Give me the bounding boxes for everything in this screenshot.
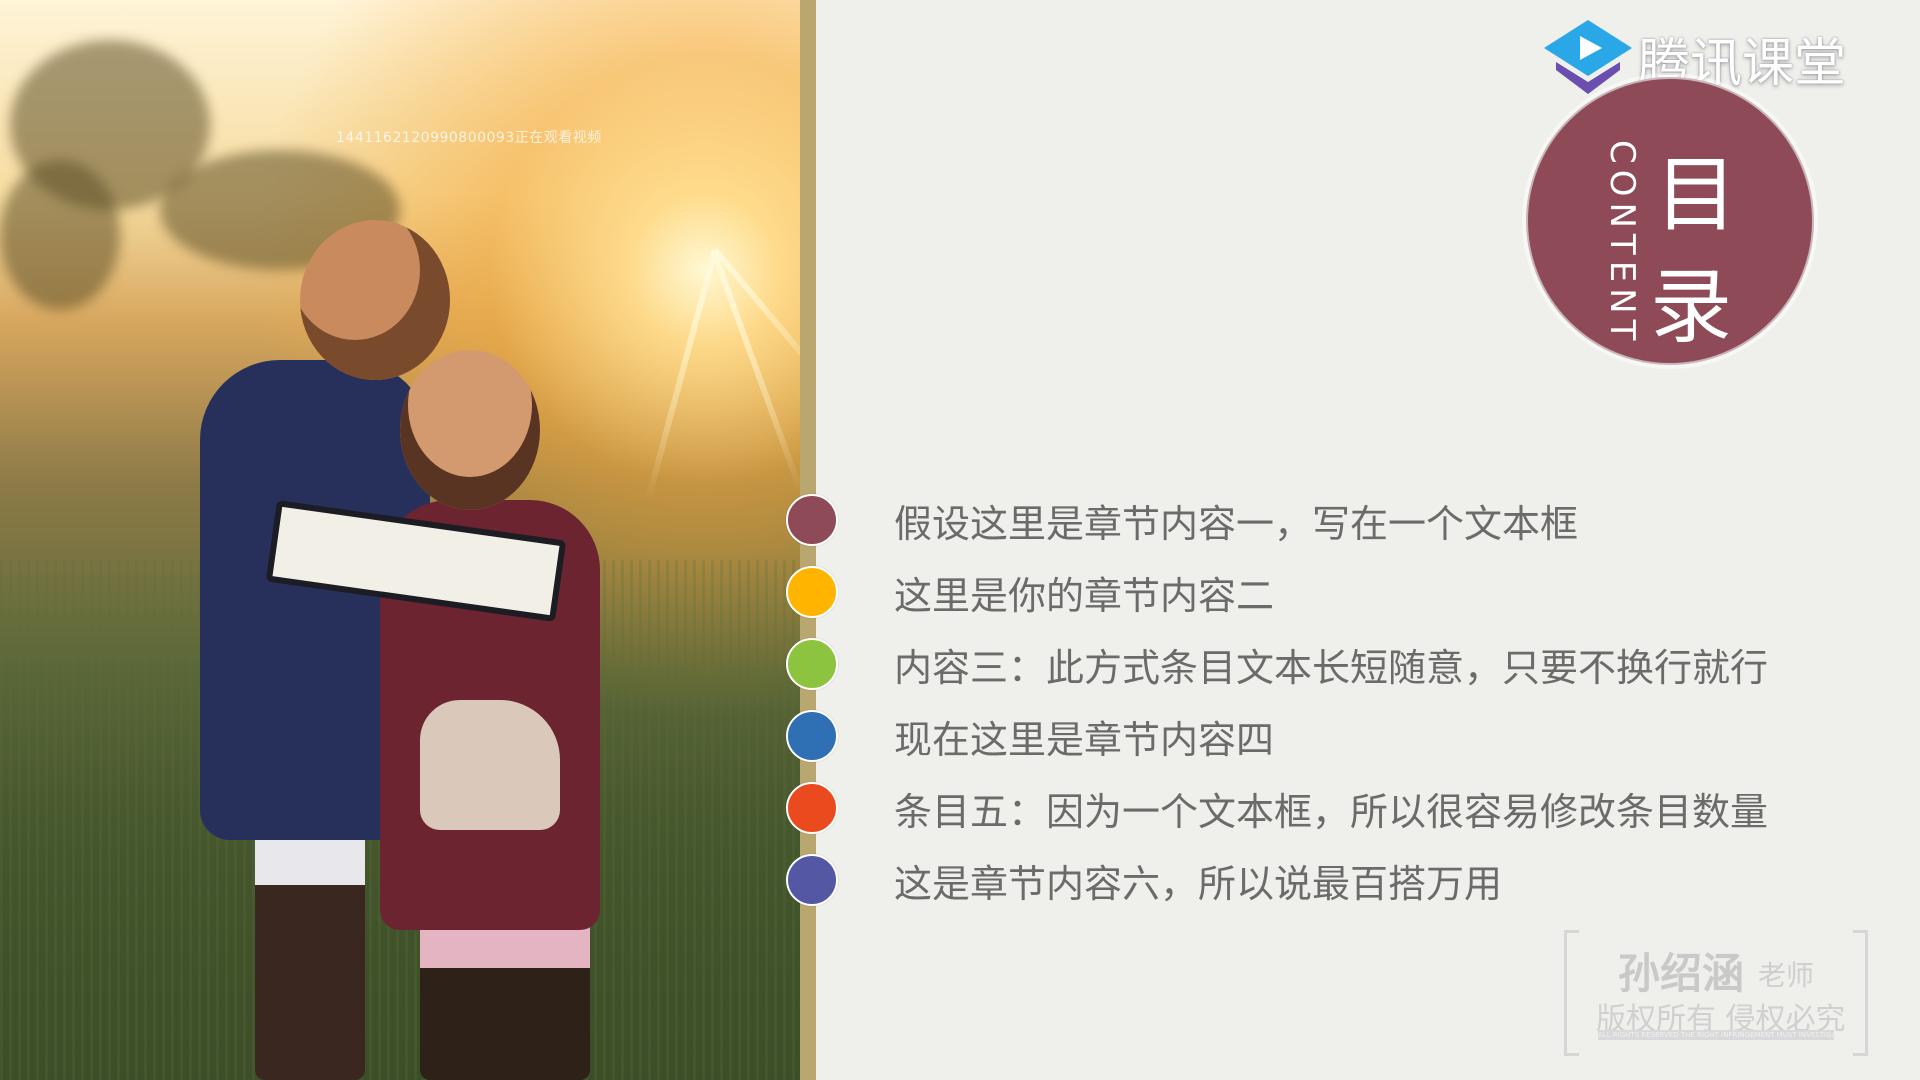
table-of-contents: 假设这里是章节内容一，写在一个文本框 这里是你的章节内容二 内容三：此方式条目文… [786,484,1886,916]
teacher-name: 孙绍涵 [1618,949,1745,998]
toc-item-label: 这是章节内容六，所以说最百搭万用 [894,861,1503,906]
bullet-dot-6 [786,854,838,906]
girl-left-legs [255,820,365,1080]
toc-item-label: 条目五：因为一个文本框，所以很容易修改条目数量 [894,789,1769,834]
bullet-dot-2 [786,566,838,618]
sun-ray [644,249,718,502]
girl-left-head [300,220,450,380]
bullet-dot-3 [786,638,838,690]
content-title-char-2: 录 [1650,260,1733,355]
toc-item-3: 内容三：此方式条目文本长短随意，只要不换行就行 [786,628,1886,700]
sun-ray [710,248,800,496]
stamp-bracket-right [1853,930,1868,1056]
toc-item-2: 这里是你的章节内容二 [786,556,1886,628]
content-title-char-1: 目 [1655,148,1738,243]
toc-item-label: 这里是你的章节内容二 [894,573,1275,618]
toc-item-label: 内容三：此方式条目文本长短随意，只要不换行就行 [894,645,1769,690]
copyright-fineprint: ALL RIGHTS RESERVED THE RIGHT INFRINGEME… [1598,1030,1834,1040]
horse-appliqué [420,700,560,830]
slide: 1441162120990800093正在观看视频 腾讯课堂 CONTENT 目… [0,0,1920,1080]
bullet-dot-4 [786,710,838,762]
viewer-watermark: 1441162120990800093正在观看视频 [336,130,602,146]
bullet-dot-5 [786,782,838,834]
tree-shape [0,160,120,310]
content-english-label: CONTENT [1602,140,1642,347]
girl-right-legs [420,920,590,1080]
teacher-title: 老师 [1758,959,1815,992]
stamp-bracket-left [1564,930,1579,1056]
toc-item-1: 假设这里是章节内容一，写在一个文本框 [786,484,1886,556]
toc-item-4: 现在这里是章节内容四 [786,700,1886,772]
copyright-stamp: 孙绍涵 老师 版权所有 侵权必究 ALL RIGHTS RESERVED THE… [1564,930,1868,1056]
toc-item-label: 现在这里是章节内容四 [894,717,1275,762]
bullet-dot-1 [786,494,838,546]
girl-right-head [400,350,540,510]
toc-item-6: 这是章节内容六，所以说最百搭万用 [786,844,1886,916]
photo-panel: 1441162120990800093正在观看视频 [0,0,800,1080]
toc-item-label: 假设这里是章节内容一，写在一个文本框 [894,501,1579,546]
toc-item-5: 条目五：因为一个文本框，所以很容易修改条目数量 [786,772,1886,844]
